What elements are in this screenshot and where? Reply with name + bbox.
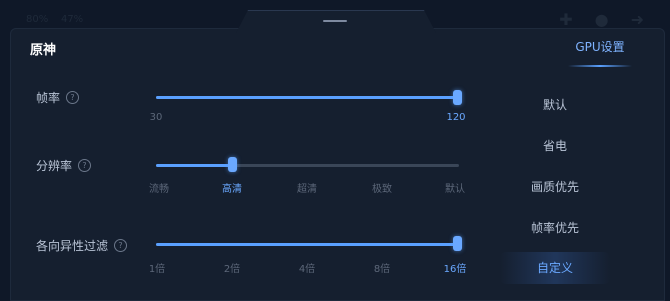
- top-icons-bg: ✚ ● ➜: [559, 10, 644, 29]
- frame-rate-max: 120: [446, 112, 466, 123]
- resolution-option[interactable]: 流畅: [149, 180, 169, 195]
- preset-default[interactable]: 默认: [500, 96, 610, 113]
- preset-quality-first[interactable]: 画质优先: [500, 178, 610, 195]
- crosshair-icon: ✚: [559, 10, 573, 29]
- anisotropic-option[interactable]: 16倍: [444, 260, 467, 275]
- anisotropic-fill: [156, 243, 457, 246]
- frame-rate-thumb[interactable]: [453, 90, 462, 105]
- resolution-label: 分辨率 ?: [36, 157, 92, 174]
- frame-rate-label: 帧率 ?: [36, 89, 80, 106]
- resolution-label-text: 分辨率: [36, 159, 73, 173]
- question-icon[interactable]: ?: [78, 159, 92, 172]
- tab-gpu-settings[interactable]: GPU设置: [560, 37, 640, 69]
- resolution-thumb[interactable]: [228, 157, 237, 172]
- status-bar-bg: 80% 47%: [26, 14, 83, 25]
- resolution-option[interactable]: 高清: [222, 180, 242, 195]
- frame-rate-label-text: 帧率: [36, 91, 61, 105]
- resolution-option[interactable]: 默认: [445, 180, 465, 195]
- game-title: 原神: [30, 43, 57, 58]
- question-icon[interactable]: ?: [114, 239, 128, 252]
- anisotropic-option[interactable]: 1倍: [149, 260, 165, 275]
- drag-handle[interactable]: [323, 20, 347, 22]
- preset-framerate-first[interactable]: 帧率优先: [500, 219, 610, 236]
- battery-text: 80%: [26, 14, 49, 25]
- preset-custom[interactable]: 自定义: [500, 252, 610, 284]
- resolution-option[interactable]: 超清: [297, 180, 317, 195]
- anisotropic-thumb[interactable]: [453, 236, 462, 251]
- preset-power-saving[interactable]: 省电: [500, 137, 610, 154]
- frame-rate-fill: [156, 96, 457, 99]
- location-icon: ●: [594, 10, 609, 29]
- anisotropic-label: 各向异性过滤 ?: [36, 237, 128, 254]
- anisotropic-option[interactable]: 8倍: [374, 260, 390, 275]
- exit-icon: ➜: [630, 10, 644, 29]
- cpu-text: 47%: [60, 14, 84, 25]
- anisotropic-option[interactable]: 2倍: [224, 260, 240, 275]
- anisotropic-option[interactable]: 4倍: [299, 260, 315, 275]
- anisotropic-label-text: 各向异性过滤: [36, 239, 109, 253]
- resolution-fill: [156, 164, 233, 167]
- question-icon[interactable]: ?: [66, 91, 80, 104]
- resolution-option[interactable]: 极致: [372, 180, 392, 195]
- frame-rate-min: 30: [149, 112, 163, 123]
